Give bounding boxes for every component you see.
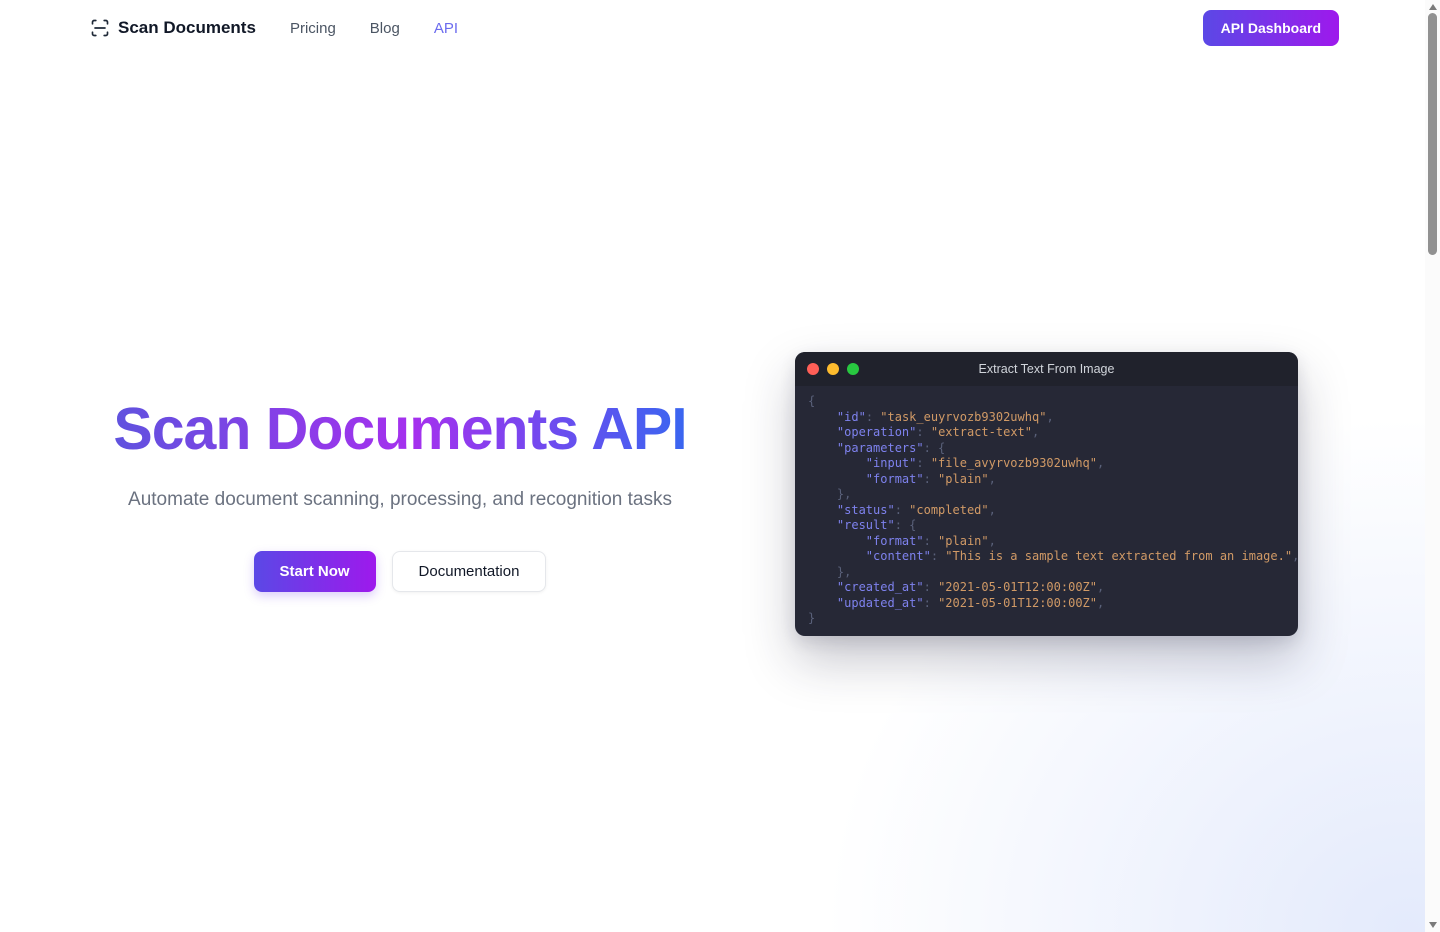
scan-icon [90, 18, 110, 38]
code-line: }, [808, 487, 1298, 503]
code-line: "updated_at": "2021-05-01T12:00:00Z", [808, 596, 1298, 612]
documentation-button[interactable]: Documentation [392, 551, 547, 592]
brand-logo[interactable]: Scan Documents [90, 18, 256, 38]
nav-link-pricing[interactable]: Pricing [290, 20, 336, 37]
code-line: "content": "This is a sample text extrac… [808, 549, 1298, 565]
brand-name: Scan Documents [118, 18, 256, 38]
code-window-title: Extract Text From Image [795, 362, 1298, 376]
code-example-window: Extract Text From Image { "id": "task_eu… [795, 352, 1298, 636]
scrollbar-thumb[interactable] [1428, 13, 1437, 255]
hero-actions: Start Now Documentation [88, 551, 712, 592]
code-line: } [808, 611, 1298, 627]
nav-link-blog[interactable]: Blog [370, 20, 400, 37]
hero-subtitle: Automate document scanning, processing, … [88, 489, 712, 511]
minimize-window-icon[interactable] [827, 363, 839, 375]
code-window-titlebar: Extract Text From Image [795, 352, 1298, 386]
code-line: "result": { [808, 518, 1298, 534]
scrollbar-up-arrow-icon[interactable] [1429, 4, 1437, 10]
code-line: }, [808, 565, 1298, 581]
nav-link-api[interactable]: API [434, 20, 458, 37]
code-line: "id": "task_euyrvozb9302uwhq", [808, 410, 1298, 426]
page-title: Scan Documents API [88, 396, 712, 464]
scrollbar-down-arrow-icon[interactable] [1429, 922, 1437, 928]
code-line: "operation": "extract-text", [808, 425, 1298, 441]
browser-scrollbar[interactable] [1425, 0, 1440, 932]
main-nav: Pricing Blog API [290, 20, 458, 37]
top-navbar: Scan Documents Pricing Blog API API Dash… [0, 0, 1440, 56]
hero-section: Scan Documents API Automate document sca… [0, 56, 1440, 932]
close-window-icon[interactable] [807, 363, 819, 375]
code-content: { "id": "task_euyrvozb9302uwhq", "operat… [795, 386, 1298, 635]
api-dashboard-button[interactable]: API Dashboard [1203, 10, 1339, 46]
code-line: { [808, 394, 1298, 410]
code-line: "parameters": { [808, 441, 1298, 457]
code-line: "format": "plain", [808, 472, 1298, 488]
traffic-lights [807, 363, 859, 375]
code-line: "input": "file_avyrvozb9302uwhq", [808, 456, 1298, 472]
code-line: "status": "completed", [808, 503, 1298, 519]
code-line: "created_at": "2021-05-01T12:00:00Z", [808, 580, 1298, 596]
code-line: "format": "plain", [808, 534, 1298, 550]
maximize-window-icon[interactable] [847, 363, 859, 375]
start-now-button[interactable]: Start Now [254, 551, 376, 592]
hero-text-column: Scan Documents API Automate document sca… [88, 396, 712, 593]
